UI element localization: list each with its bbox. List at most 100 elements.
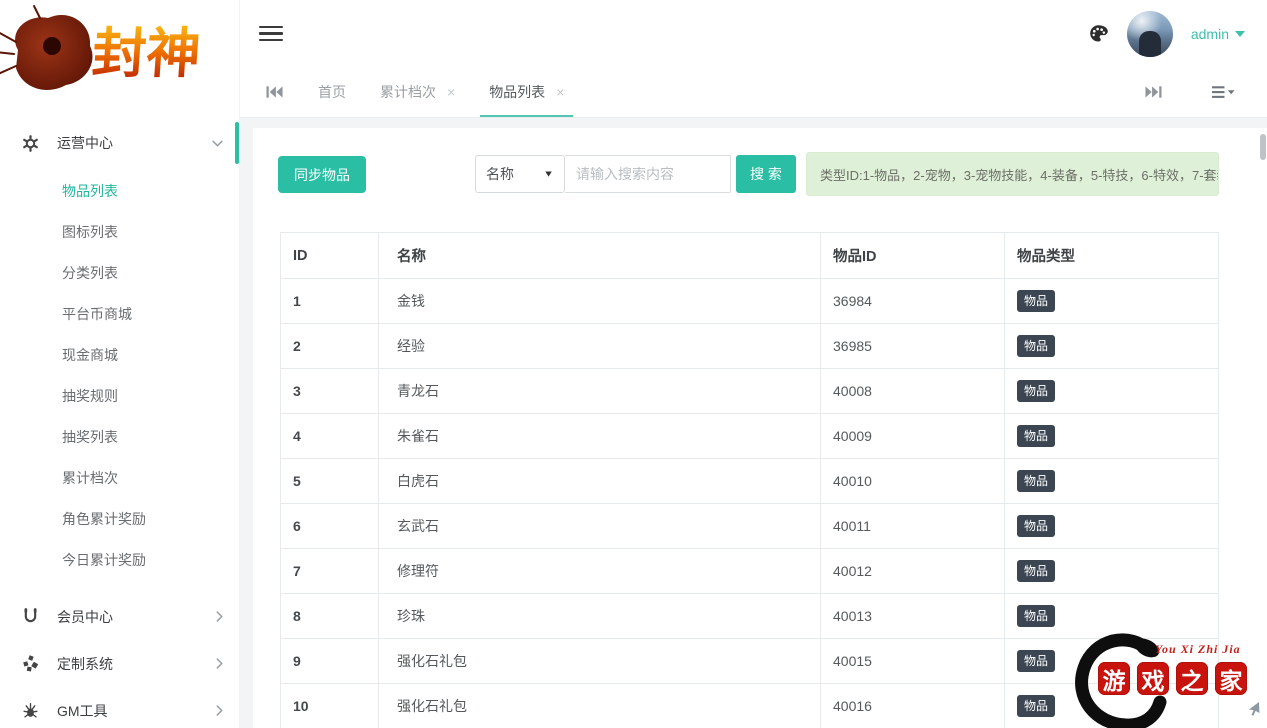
tab-label: 首页 (318, 82, 346, 102)
sidebar-item-icon-list[interactable]: 图标列表 (0, 212, 239, 253)
cell-id: 8 (281, 594, 379, 639)
cell-name: 朱雀石 (379, 414, 821, 459)
items-table: ID名称物品ID物品类型 1金钱36984物品2经验36985物品3青龙石400… (280, 232, 1219, 728)
cell-name: 修理符 (379, 549, 821, 594)
cell-name: 白虎石 (379, 459, 821, 504)
sidebar-item-lottery-rules[interactable]: 抽奖规则 (0, 376, 239, 417)
cell-type: 物品 (1005, 324, 1219, 369)
scrollbar-thumb[interactable] (1260, 134, 1266, 160)
search-field-select[interactable]: 名称 ▼ (475, 155, 565, 193)
tab-list: 首页累计档次×物品列表× (301, 67, 581, 117)
table-body: 1金钱36984物品2经验36985物品3青龙石40008物品4朱雀石40009… (281, 279, 1219, 728)
user-avatar[interactable] (1127, 11, 1173, 57)
item-type-badge[interactable]: 物品 (1017, 290, 1055, 312)
theme-palette-icon[interactable] (1088, 23, 1109, 44)
tab-close-icon[interactable]: × (447, 85, 455, 99)
cell-item-id: 36984 (821, 279, 1005, 324)
chevron-right-icon (216, 705, 223, 716)
tab-cumulative-tier[interactable]: 累计档次 × (363, 67, 472, 117)
chevron-right-icon (216, 611, 223, 622)
sidebar-item-cumulative-tier[interactable]: 累计档次 (0, 458, 239, 499)
item-type-badge[interactable]: 物品 (1017, 335, 1055, 357)
sidebar-item-item-list[interactable]: 物品列表 (0, 171, 239, 212)
cell-type: 物品 (1005, 414, 1219, 459)
sidebar-group-operations-center[interactable]: 运营中心 (0, 118, 239, 168)
chevron-right-icon (216, 658, 223, 669)
table-row: 4朱雀石40009物品 (281, 414, 1219, 459)
tab-options-icon[interactable] (1212, 85, 1235, 99)
item-type-badge[interactable]: 物品 (1017, 380, 1055, 402)
table-row: 3青龙石40008 物品 (281, 369, 1219, 414)
game-logo-image: 封神 (0, 2, 240, 100)
search-input[interactable] (565, 155, 731, 193)
table-header-row: ID名称物品ID物品类型 (281, 233, 1219, 279)
sidebar-group-member-center[interactable]: 会员中心 (0, 593, 239, 640)
item-type-badge[interactable]: 物品 (1017, 650, 1055, 672)
table-row: 7修理符40012物品 (281, 549, 1219, 594)
item-type-badge[interactable]: 物品 (1017, 425, 1055, 447)
cell-name: 青龙石 (379, 369, 821, 414)
scroll-tabs-right-icon[interactable] (1145, 85, 1162, 99)
cell-id: 2 (281, 324, 379, 369)
tab-close-icon[interactable]: × (556, 85, 564, 99)
cell-item-id: 40008 (821, 369, 1005, 414)
sync-items-button[interactable]: 同步物品 (278, 156, 366, 193)
item-type-badge[interactable]: 物品 (1017, 695, 1055, 717)
sidebar-group-custom-system[interactable]: 定制系统 (0, 640, 239, 687)
sidebar-group-label: 会员中心 (57, 607, 113, 627)
top-header: admin (240, 0, 1267, 67)
sidebar-item-role-cumulative-reward[interactable]: 角色累计奖励 (0, 499, 239, 540)
search-button[interactable]: 搜 索 (736, 155, 796, 193)
content-panel: 同步物品 名称 ▼ 搜 索 类型ID:1-物品，2-宠物，3-宠物技能，4-装备… (253, 128, 1267, 728)
cell-item-id: 36985 (821, 324, 1005, 369)
chevron-down-icon (212, 140, 223, 147)
chevron-down-icon: ▼ (543, 169, 554, 179)
sidebar: 封神 运营中心物品列表图标列表分类列表平台币商城现金商城抽奖规则抽奖列表累计档次… (0, 0, 240, 728)
sidebar-nav: 运营中心物品列表图标列表分类列表平台币商城现金商城抽奖规则抽奖列表累计档次角色累… (0, 118, 239, 728)
item-type-badge[interactable]: 物品 (1017, 515, 1055, 537)
cell-id: 1 (281, 279, 379, 324)
sidebar-item-cash-mall[interactable]: 现金商城 (0, 335, 239, 376)
cell-id: 9 (281, 639, 379, 684)
header-right: admin (1088, 11, 1245, 57)
cell-type: 物品 (1005, 684, 1219, 728)
item-type-badge[interactable]: 物品 (1017, 470, 1055, 492)
table-row: 5白虎石40010物品 (281, 459, 1219, 504)
cell-item-id: 40016 (821, 684, 1005, 728)
user-dropdown[interactable]: admin (1191, 26, 1245, 42)
type-id-hint: 类型ID:1-物品，2-宠物，3-宠物技能，4-装备，5-特技，6-特效，7-套… (806, 152, 1219, 196)
sidebar-item-platform-coin-mall[interactable]: 平台币商城 (0, 294, 239, 335)
tab-home[interactable]: 首页 (301, 67, 363, 117)
cell-type: 物品 (1005, 639, 1219, 684)
mouse-cursor-icon (1246, 700, 1262, 716)
cell-id: 5 (281, 459, 379, 504)
blocks-icon (22, 655, 40, 672)
sidebar-item-today-cumulative-reward[interactable]: 今日累计奖励 (0, 540, 239, 581)
cell-item-id: 40009 (821, 414, 1005, 459)
cell-name: 强化石礼包 (379, 639, 821, 684)
content-area: 同步物品 名称 ▼ 搜 索 类型ID:1-物品，2-宠物，3-宠物技能，4-装备… (240, 118, 1267, 728)
table-row: 9强化石礼包40015 物品 (281, 639, 1219, 684)
table-row: 1金钱36984物品 (281, 279, 1219, 324)
menu-toggle-icon[interactable] (259, 22, 283, 46)
app-window: 封神 运营中心物品列表图标列表分类列表平台币商城现金商城抽奖规则抽奖列表累计档次… (0, 0, 1267, 728)
table-row: 10强化石礼包40016物品 (281, 684, 1219, 728)
sidebar-group-label: 运营中心 (57, 133, 113, 153)
cell-item-id: 40011 (821, 504, 1005, 549)
cell-type: 物品 (1005, 549, 1219, 594)
cell-item-id: 40013 (821, 594, 1005, 639)
cell-type: 物品 (1005, 459, 1219, 504)
cell-id: 3 (281, 369, 379, 414)
tab-label: 累计档次 (380, 82, 436, 102)
sidebar-item-category-list[interactable]: 分类列表 (0, 253, 239, 294)
item-type-badge[interactable]: 物品 (1017, 605, 1055, 627)
cell-name: 强化石礼包 (379, 684, 821, 728)
tab-item-list[interactable]: 物品列表× (472, 67, 581, 117)
sidebar-group-gm-tools[interactable]: GM工具 (0, 687, 239, 728)
sidebar-item-lottery-list[interactable]: 抽奖列表 (0, 417, 239, 458)
cell-item-id: 40015 (821, 639, 1005, 684)
scroll-tabs-left-icon[interactable] (266, 85, 283, 99)
gear-icon (22, 135, 40, 152)
cell-type: 物品 (1005, 279, 1219, 324)
item-type-badge[interactable]: 物品 (1017, 560, 1055, 582)
